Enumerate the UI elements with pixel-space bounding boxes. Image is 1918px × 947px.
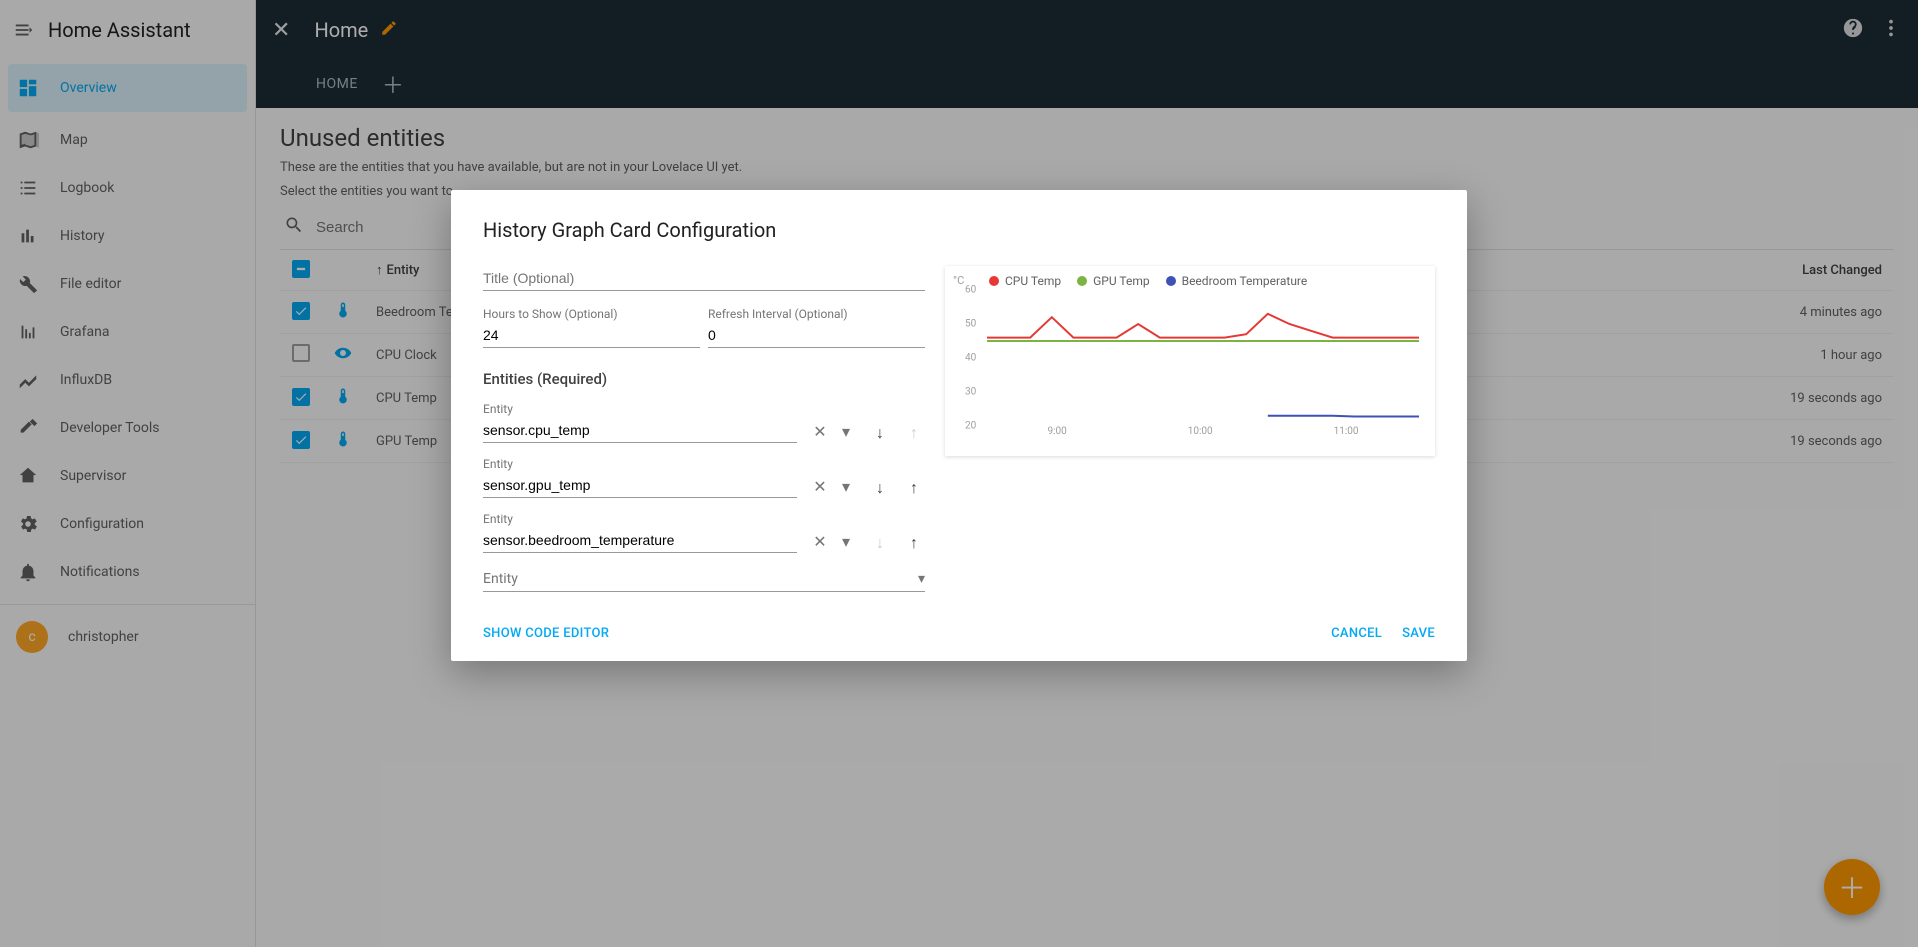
entity-label: Entity	[483, 457, 797, 471]
entity-input[interactable]	[483, 528, 797, 553]
legend-item: Beedroom Temperature	[1166, 274, 1308, 288]
chevron-down-icon[interactable]: ▾	[835, 477, 857, 496]
entities-section-title: Entities (Required)	[483, 370, 925, 388]
add-entity-dropdown[interactable]: Entity ▾	[483, 567, 925, 592]
y-tick: 60	[965, 285, 976, 296]
clear-icon[interactable]: ✕	[809, 532, 831, 551]
y-axis-label: °C	[953, 274, 964, 287]
entity-label: Entity	[483, 402, 797, 416]
y-tick: 30	[965, 387, 976, 398]
hours-input[interactable]	[483, 323, 700, 348]
legend-label: Beedroom Temperature	[1182, 274, 1308, 288]
chevron-down-icon: ▾	[918, 571, 925, 587]
y-tick: 40	[965, 353, 976, 364]
chevron-down-icon[interactable]: ▾	[835, 532, 857, 551]
entity-row: Entity ✕▾ ↓ ↑	[483, 512, 925, 553]
refresh-input[interactable]	[708, 323, 925, 348]
y-tick: 50	[965, 319, 976, 330]
legend-item: GPU Temp	[1077, 274, 1149, 288]
move-down-icon[interactable]: ↓	[869, 478, 891, 498]
entity-row: Entity ✕▾ ↓ ↑	[483, 457, 925, 498]
x-tick: 9:00	[1047, 426, 1066, 437]
refresh-label: Refresh Interval (Optional)	[708, 307, 925, 321]
legend-dot	[989, 276, 999, 286]
cancel-button[interactable]: CANCEL	[1331, 626, 1382, 641]
chevron-down-icon[interactable]: ▾	[835, 422, 857, 441]
entity-row: Entity ✕▾ ↓ ↑	[483, 402, 925, 443]
move-up-icon[interactable]: ↑	[903, 533, 925, 553]
legend-label: GPU Temp	[1093, 274, 1149, 288]
move-up-icon: ↑	[903, 423, 925, 443]
entity-input[interactable]	[483, 418, 797, 443]
hours-label: Hours to Show (Optional)	[483, 307, 700, 321]
card-config-dialog: History Graph Card Configuration Hours t…	[451, 190, 1467, 661]
entity-input[interactable]	[483, 473, 797, 498]
legend-item: CPU Temp	[989, 274, 1061, 288]
show-code-button[interactable]: SHOW CODE EDITOR	[483, 626, 609, 641]
modal-overlay[interactable]: History Graph Card Configuration Hours t…	[0, 0, 1918, 947]
title-input[interactable]	[483, 266, 925, 291]
x-tick: 11:00	[1334, 426, 1359, 437]
legend-dot	[1077, 276, 1087, 286]
move-down-icon[interactable]: ↓	[869, 423, 891, 443]
chart-preview: °C CPU TempGPU TempBeedroom Temperature …	[945, 266, 1435, 456]
legend-dot	[1166, 276, 1176, 286]
clear-icon[interactable]: ✕	[809, 422, 831, 441]
dialog-title: History Graph Card Configuration	[483, 218, 1435, 242]
clear-icon[interactable]: ✕	[809, 477, 831, 496]
entity-label: Entity	[483, 512, 797, 526]
y-tick: 20	[965, 421, 976, 432]
x-tick: 10:00	[1188, 426, 1213, 437]
move-up-icon[interactable]: ↑	[903, 478, 925, 498]
move-down-icon: ↓	[869, 533, 891, 553]
save-button[interactable]: SAVE	[1402, 626, 1435, 641]
legend-label: CPU Temp	[1005, 274, 1061, 288]
